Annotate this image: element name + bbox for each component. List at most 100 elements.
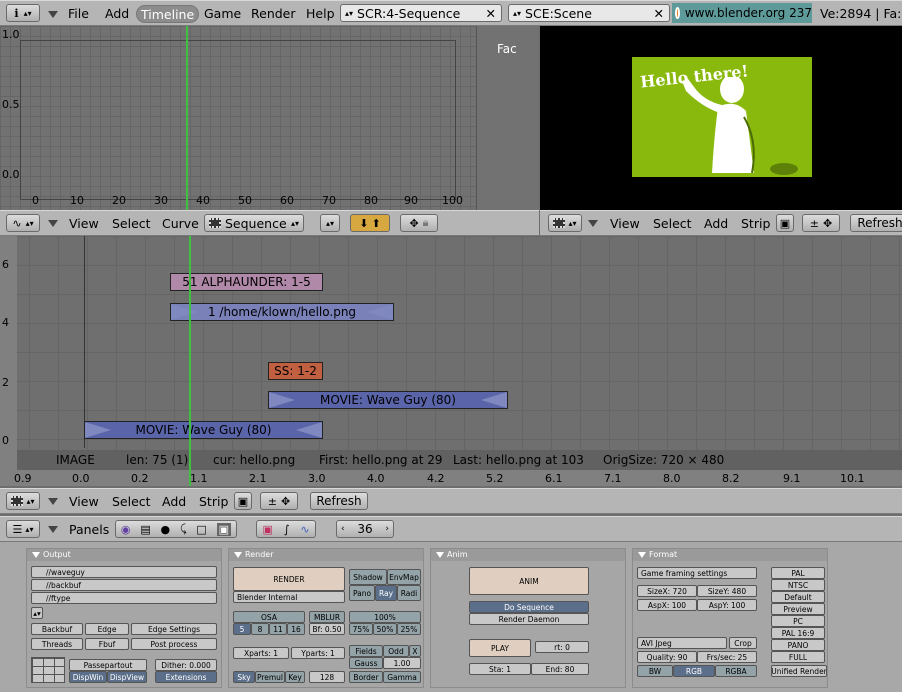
ipo-view-buttons[interactable]: ✥ 🔒︎ bbox=[400, 214, 438, 232]
gauss-toggle[interactable]: Gauss bbox=[349, 657, 383, 669]
preview-menu-add[interactable]: Add bbox=[704, 211, 728, 235]
strip-handle-right[interactable] bbox=[481, 392, 507, 408]
strip-handle-right[interactable] bbox=[296, 422, 322, 438]
sequence-strip-movie-2[interactable]: MOVIE: Wave Guy (80) bbox=[84, 421, 323, 439]
osa-8[interactable]: 8 bbox=[251, 623, 269, 635]
preset-default[interactable]: Default bbox=[771, 591, 825, 603]
backbuf-toggle[interactable]: Backbuf bbox=[31, 623, 83, 635]
preview-menu-select[interactable]: Select bbox=[653, 211, 692, 235]
size-50-toggle[interactable]: 50% bbox=[373, 623, 397, 635]
output-path-field[interactable]: //waveguy bbox=[31, 566, 217, 578]
anim-panel-title[interactable]: Anim bbox=[431, 549, 625, 561]
strip-handle-left[interactable] bbox=[85, 422, 111, 438]
sequence-strip-sound[interactable]: SS: 1-2 bbox=[268, 362, 323, 380]
mblur-toggle[interactable]: MBLUR bbox=[309, 611, 345, 623]
dispwin-toggle[interactable]: DispWin bbox=[69, 671, 107, 683]
preset-ntsc[interactable]: NTSC bbox=[771, 579, 825, 591]
render-panel-title[interactable]: Render bbox=[229, 549, 423, 561]
context-buttons[interactable]: ◉ ▤ ● ⤹ □ ▣ bbox=[115, 520, 237, 538]
codec-select[interactable]: AVI Jpeg bbox=[637, 637, 727, 649]
screen-selector[interactable]: ▴▾ SCR:4-Sequence ✕ bbox=[340, 4, 502, 22]
ipo-window-type-button[interactable]: ∿ ▴▾ bbox=[6, 214, 40, 232]
preview-menu-strip[interactable]: Strip bbox=[741, 211, 770, 235]
fbuf-toggle[interactable]: Fbuf bbox=[85, 638, 129, 650]
do-sequence-toggle[interactable]: Do Sequence bbox=[469, 601, 589, 613]
osa-16[interactable]: 16 bbox=[287, 623, 305, 635]
preset-pal-16-9[interactable]: PAL 16:9 bbox=[771, 627, 825, 639]
gauss-value-field[interactable]: 1.00 bbox=[383, 657, 421, 669]
buttons-window-type-button[interactable]: ☰ ▴▾ bbox=[6, 520, 40, 538]
ipo-key-buttons[interactable]: ⬇ ⬆ bbox=[350, 214, 390, 232]
premul-toggle[interactable]: Premul bbox=[255, 671, 285, 683]
border-toggle[interactable]: Border bbox=[349, 671, 383, 683]
output-extra-button[interactable]: ▴▾ bbox=[31, 607, 43, 619]
scene-sub-buttons[interactable]: ▣ ∫ ∿ bbox=[256, 520, 316, 538]
pano-toggle[interactable]: Pano bbox=[349, 585, 375, 601]
preset-preview[interactable]: Preview bbox=[771, 603, 825, 615]
extensions-toggle[interactable]: Extensions bbox=[155, 671, 217, 683]
preset-full[interactable]: FULL bbox=[771, 651, 825, 663]
collapse-menu-icon[interactable] bbox=[48, 11, 58, 18]
menu-timeline[interactable]: Timeline bbox=[136, 5, 200, 23]
ipo-menu-select[interactable]: Select bbox=[112, 211, 151, 235]
seq-refresh-button[interactable]: Refresh bbox=[310, 492, 368, 510]
osa-toggle[interactable]: OSA bbox=[233, 611, 305, 623]
depth-select[interactable]: 128 bbox=[309, 671, 345, 683]
start-frame-field[interactable]: Sta: 1 bbox=[469, 663, 531, 675]
end-frame-field[interactable]: End: 80 bbox=[531, 663, 589, 675]
bf-field[interactable]: Bf: 0.50 bbox=[309, 623, 345, 635]
preset-pc[interactable]: PC bbox=[771, 615, 825, 627]
preview-refresh-button[interactable]: Refresh bbox=[850, 214, 902, 232]
ipo-pin-button[interactable]: ▴▾ bbox=[320, 214, 340, 232]
blender-url-label[interactable]: www.blender.org 237 bbox=[672, 3, 812, 23]
sequence-strip-alphaunder[interactable]: 51 ALPHAUNDER: 1-5 bbox=[170, 273, 323, 291]
menu-file[interactable]: File bbox=[68, 1, 89, 25]
size-25-toggle[interactable]: 25% bbox=[397, 623, 421, 635]
gamma-toggle[interactable]: Gamma bbox=[383, 671, 421, 683]
size-75-toggle[interactable]: 75% bbox=[349, 623, 373, 635]
panels-menu[interactable]: Panels bbox=[69, 517, 109, 541]
dispview-toggle[interactable]: DispView bbox=[107, 671, 147, 683]
ipo-channel-fac[interactable]: Fac bbox=[497, 42, 517, 56]
current-frame-line[interactable] bbox=[186, 26, 188, 210]
play-button[interactable]: PLAY bbox=[469, 639, 531, 657]
sequencer-preview[interactable]: Hello there! bbox=[540, 26, 902, 210]
osa-5[interactable]: 5 bbox=[233, 623, 251, 635]
preview-window-type-button[interactable]: ▴▾ bbox=[548, 214, 582, 232]
yparts-field[interactable]: Yparts: 1 bbox=[291, 647, 345, 659]
preset-pano[interactable]: PANO bbox=[771, 639, 825, 651]
menu-render[interactable]: Render bbox=[251, 1, 296, 25]
ipo-menu-view[interactable]: View bbox=[69, 211, 99, 235]
aspy-field[interactable]: AspY: 100 bbox=[697, 599, 757, 611]
seq-menu-strip[interactable]: Strip bbox=[199, 489, 228, 513]
ray-toggle[interactable]: Ray bbox=[375, 585, 397, 601]
collapse-menu-icon[interactable] bbox=[48, 526, 58, 533]
bw-toggle[interactable]: BW bbox=[637, 665, 673, 677]
fps-field[interactable]: Frs/sec: 25 bbox=[697, 651, 757, 663]
seq-menu-view[interactable]: View bbox=[69, 489, 99, 513]
preview-zoom-buttons[interactable]: ± ✥ bbox=[802, 214, 840, 232]
seq-zoom-buttons[interactable]: ± ✥ bbox=[260, 492, 298, 510]
preset-pal[interactable]: PAL bbox=[771, 567, 825, 579]
seq-menu-add[interactable]: Add bbox=[162, 489, 186, 513]
aspx-field[interactable]: AspX: 100 bbox=[637, 599, 697, 611]
sequence-editor[interactable]: 6 4 2 0 51 ALPHAUNDER: 1-5 1 /home/klown… bbox=[0, 236, 902, 486]
post-process-button[interactable]: Post process bbox=[131, 638, 217, 650]
strip-handle-right[interactable] bbox=[367, 304, 393, 320]
render-engine-select[interactable]: Blender Internal bbox=[233, 591, 345, 603]
backbuf-path-field[interactable]: //backbuf bbox=[31, 579, 217, 591]
unified-render-toggle[interactable]: Unified Render bbox=[771, 665, 827, 677]
info-window-type-button[interactable]: i ▴▾ bbox=[6, 4, 40, 22]
output-panel-title[interactable]: Output bbox=[27, 549, 221, 561]
sizex-field[interactable]: SizeX: 720 bbox=[637, 585, 697, 597]
threads-toggle[interactable]: Threads bbox=[31, 638, 83, 650]
sequencer-window-type-button[interactable]: ▴▾ bbox=[6, 492, 40, 510]
dither-field[interactable]: Dither: 0.000 bbox=[155, 659, 217, 671]
sky-toggle[interactable]: Sky bbox=[233, 671, 255, 683]
ipo-menu-curve[interactable]: Curve bbox=[162, 211, 199, 235]
format-panel-title[interactable]: Format bbox=[633, 549, 827, 561]
sequence-strip-image[interactable]: 1 /home/klown/hello.png bbox=[170, 303, 394, 321]
menu-help[interactable]: Help bbox=[306, 1, 335, 25]
quality-field[interactable]: Quality: 90 bbox=[637, 651, 697, 663]
crop-toggle[interactable]: Crop bbox=[729, 637, 757, 649]
